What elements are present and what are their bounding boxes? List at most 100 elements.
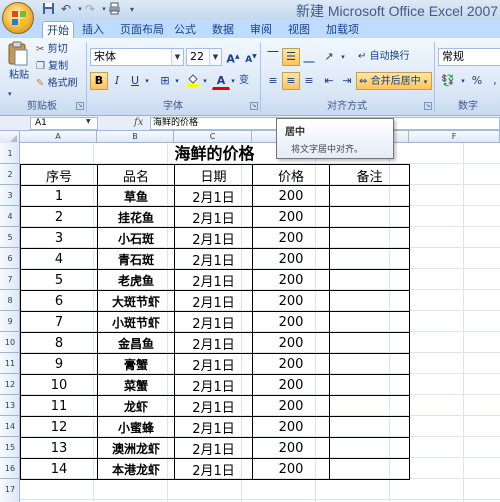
column-header-b[interactable]: B — [97, 131, 174, 143]
middle-align-button[interactable]: ☰ — [282, 48, 300, 66]
cell-price[interactable]: 200 — [252, 353, 330, 375]
phonetic-button[interactable]: 变 — [234, 72, 254, 90]
font-size-combo[interactable]: 22 ▼ — [186, 48, 222, 66]
cell-name[interactable]: 小斑节虾 — [97, 311, 175, 333]
cell-index[interactable]: 8 — [20, 332, 98, 354]
grow-font-button[interactable]: A▲ — [224, 48, 242, 66]
tab-home[interactable]: 开始 — [42, 21, 74, 38]
row-header[interactable]: 10 — [0, 332, 20, 353]
tab-view[interactable]: 视图 — [284, 21, 314, 38]
row-header[interactable]: 11 — [0, 353, 20, 374]
chevron-down-icon[interactable]: ▼ — [209, 49, 221, 65]
decrease-indent-button[interactable]: ⇤ — [320, 72, 338, 90]
cell-notes[interactable] — [329, 227, 410, 249]
cell-index[interactable]: 10 — [20, 374, 98, 396]
shrink-font-button[interactable]: A▼ — [242, 48, 260, 66]
font-name-combo[interactable]: 宋体 ▼ — [90, 48, 184, 66]
cell-name[interactable]: 老虎鱼 — [97, 269, 175, 291]
tab-addins[interactable]: 加载项 — [322, 21, 363, 38]
cell-index[interactable]: 7 — [20, 311, 98, 333]
cell-index[interactable]: 1 — [20, 185, 98, 207]
cell-price[interactable]: 200 — [252, 458, 330, 480]
cell-name[interactable]: 青石斑 — [97, 248, 175, 270]
row-header[interactable]: 3 — [0, 185, 20, 206]
format-painter-button[interactable]: ✎ 格式刷 — [36, 75, 78, 93]
column-header-f[interactable]: F — [409, 131, 500, 143]
bottom-align-button[interactable]: ⎽ — [300, 48, 318, 66]
row-header[interactable]: 15 — [0, 437, 20, 458]
cell-index[interactable]: 2 — [20, 206, 98, 228]
increase-indent-button[interactable]: ⇥ — [338, 72, 356, 90]
tab-formulas[interactable]: 公式 — [170, 21, 200, 38]
cell-date[interactable]: 2月1日 — [174, 332, 253, 354]
row-header[interactable]: 6 — [0, 248, 20, 269]
cell-index[interactable]: 6 — [20, 290, 98, 312]
cell-date[interactable]: 2月1日 — [174, 437, 253, 459]
paste-button[interactable]: 粘贴 — [6, 40, 30, 84]
number-format-combo[interactable]: 常规 — [438, 48, 500, 66]
cell-index[interactable]: 4 — [20, 248, 98, 270]
cell-notes[interactable] — [329, 269, 410, 291]
font-launcher-icon[interactable]: ↘ — [250, 102, 258, 110]
cell-date[interactable]: 2月1日 — [174, 290, 253, 312]
cell-index[interactable]: 14 — [20, 458, 98, 480]
cell-price[interactable]: 200 — [252, 185, 330, 207]
cell-index[interactable]: 5 — [20, 269, 98, 291]
borders-dropdown-icon[interactable]: ▾ — [172, 72, 182, 90]
align-right-button[interactable]: ≡ — [300, 72, 318, 90]
cell-date[interactable]: 2月1日 — [174, 458, 253, 480]
row-header[interactable]: 4 — [0, 206, 20, 227]
cell-date[interactable]: 2月1日 — [174, 395, 253, 417]
cell-price[interactable]: 200 — [252, 269, 330, 291]
cell-date[interactable]: 2月1日 — [174, 416, 253, 438]
row-header[interactable]: 7 — [0, 269, 20, 290]
save-icon[interactable] — [40, 2, 56, 17]
header-cell-index[interactable]: 序号 — [20, 164, 98, 186]
cell-name[interactable]: 小石斑 — [97, 227, 175, 249]
cell-name[interactable]: 草鱼 — [97, 185, 175, 207]
cell-price[interactable]: 200 — [252, 332, 330, 354]
header-cell-price[interactable]: 价格 — [252, 164, 330, 186]
cell-price[interactable]: 200 — [252, 374, 330, 396]
customize-toolbar-icon[interactable]: ▾ — [124, 2, 140, 17]
cell-name[interactable]: 澳洲龙虾 — [97, 437, 175, 459]
cell-name[interactable]: 大斑节虾 — [97, 290, 175, 312]
italic-button[interactable]: I — [108, 72, 126, 90]
cell-date[interactable]: 2月1日 — [174, 374, 253, 396]
copy-button[interactable]: ❐ 复制 — [36, 58, 68, 76]
print-icon[interactable] — [106, 2, 122, 17]
cell-date[interactable]: 2月1日 — [174, 311, 253, 333]
alignment-launcher-icon[interactable]: ↘ — [424, 102, 432, 110]
row-header[interactable]: 1 — [0, 143, 20, 164]
cell-notes[interactable] — [329, 206, 410, 228]
cell-name[interactable]: 挂花鱼 — [97, 206, 175, 228]
tab-review[interactable]: 审阅 — [246, 21, 276, 38]
cell-index[interactable]: 11 — [20, 395, 98, 417]
cell-date[interactable]: 2月1日 — [174, 248, 253, 270]
cell-notes[interactable] — [329, 353, 410, 375]
cell-date[interactable]: 2月1日 — [174, 269, 253, 291]
comma-button[interactable]: , — [486, 72, 500, 90]
row-header[interactable]: 5 — [0, 227, 20, 248]
fx-icon[interactable]: fx — [134, 117, 143, 128]
cell-price[interactable]: 200 — [252, 206, 330, 228]
cell-name[interactable]: 金昌鱼 — [97, 332, 175, 354]
cell-notes[interactable] — [329, 311, 410, 333]
align-center-button[interactable]: ≡ — [282, 72, 300, 90]
cell-price[interactable]: 200 — [252, 395, 330, 417]
cell-name[interactable]: 龙虾 — [97, 395, 175, 417]
cut-button[interactable]: ✂ 剪切 — [36, 41, 68, 59]
select-all-button[interactable] — [0, 131, 20, 143]
orientation-button[interactable]: ↗ — [320, 48, 338, 66]
cell-notes[interactable] — [329, 185, 410, 207]
column-header-a[interactable]: A — [20, 131, 97, 143]
cell-date[interactable]: 2月1日 — [174, 206, 253, 228]
cell-price[interactable]: 200 — [252, 416, 330, 438]
header-cell-notes[interactable]: 备注 — [329, 164, 410, 186]
row-header[interactable]: 14 — [0, 416, 20, 437]
currency-dropdown-icon[interactable]: ▾ — [458, 72, 468, 90]
row-header[interactable]: 17 — [0, 479, 20, 502]
cell-index[interactable]: 12 — [20, 416, 98, 438]
cell-price[interactable]: 200 — [252, 290, 330, 312]
row-header[interactable]: 16 — [0, 458, 20, 479]
